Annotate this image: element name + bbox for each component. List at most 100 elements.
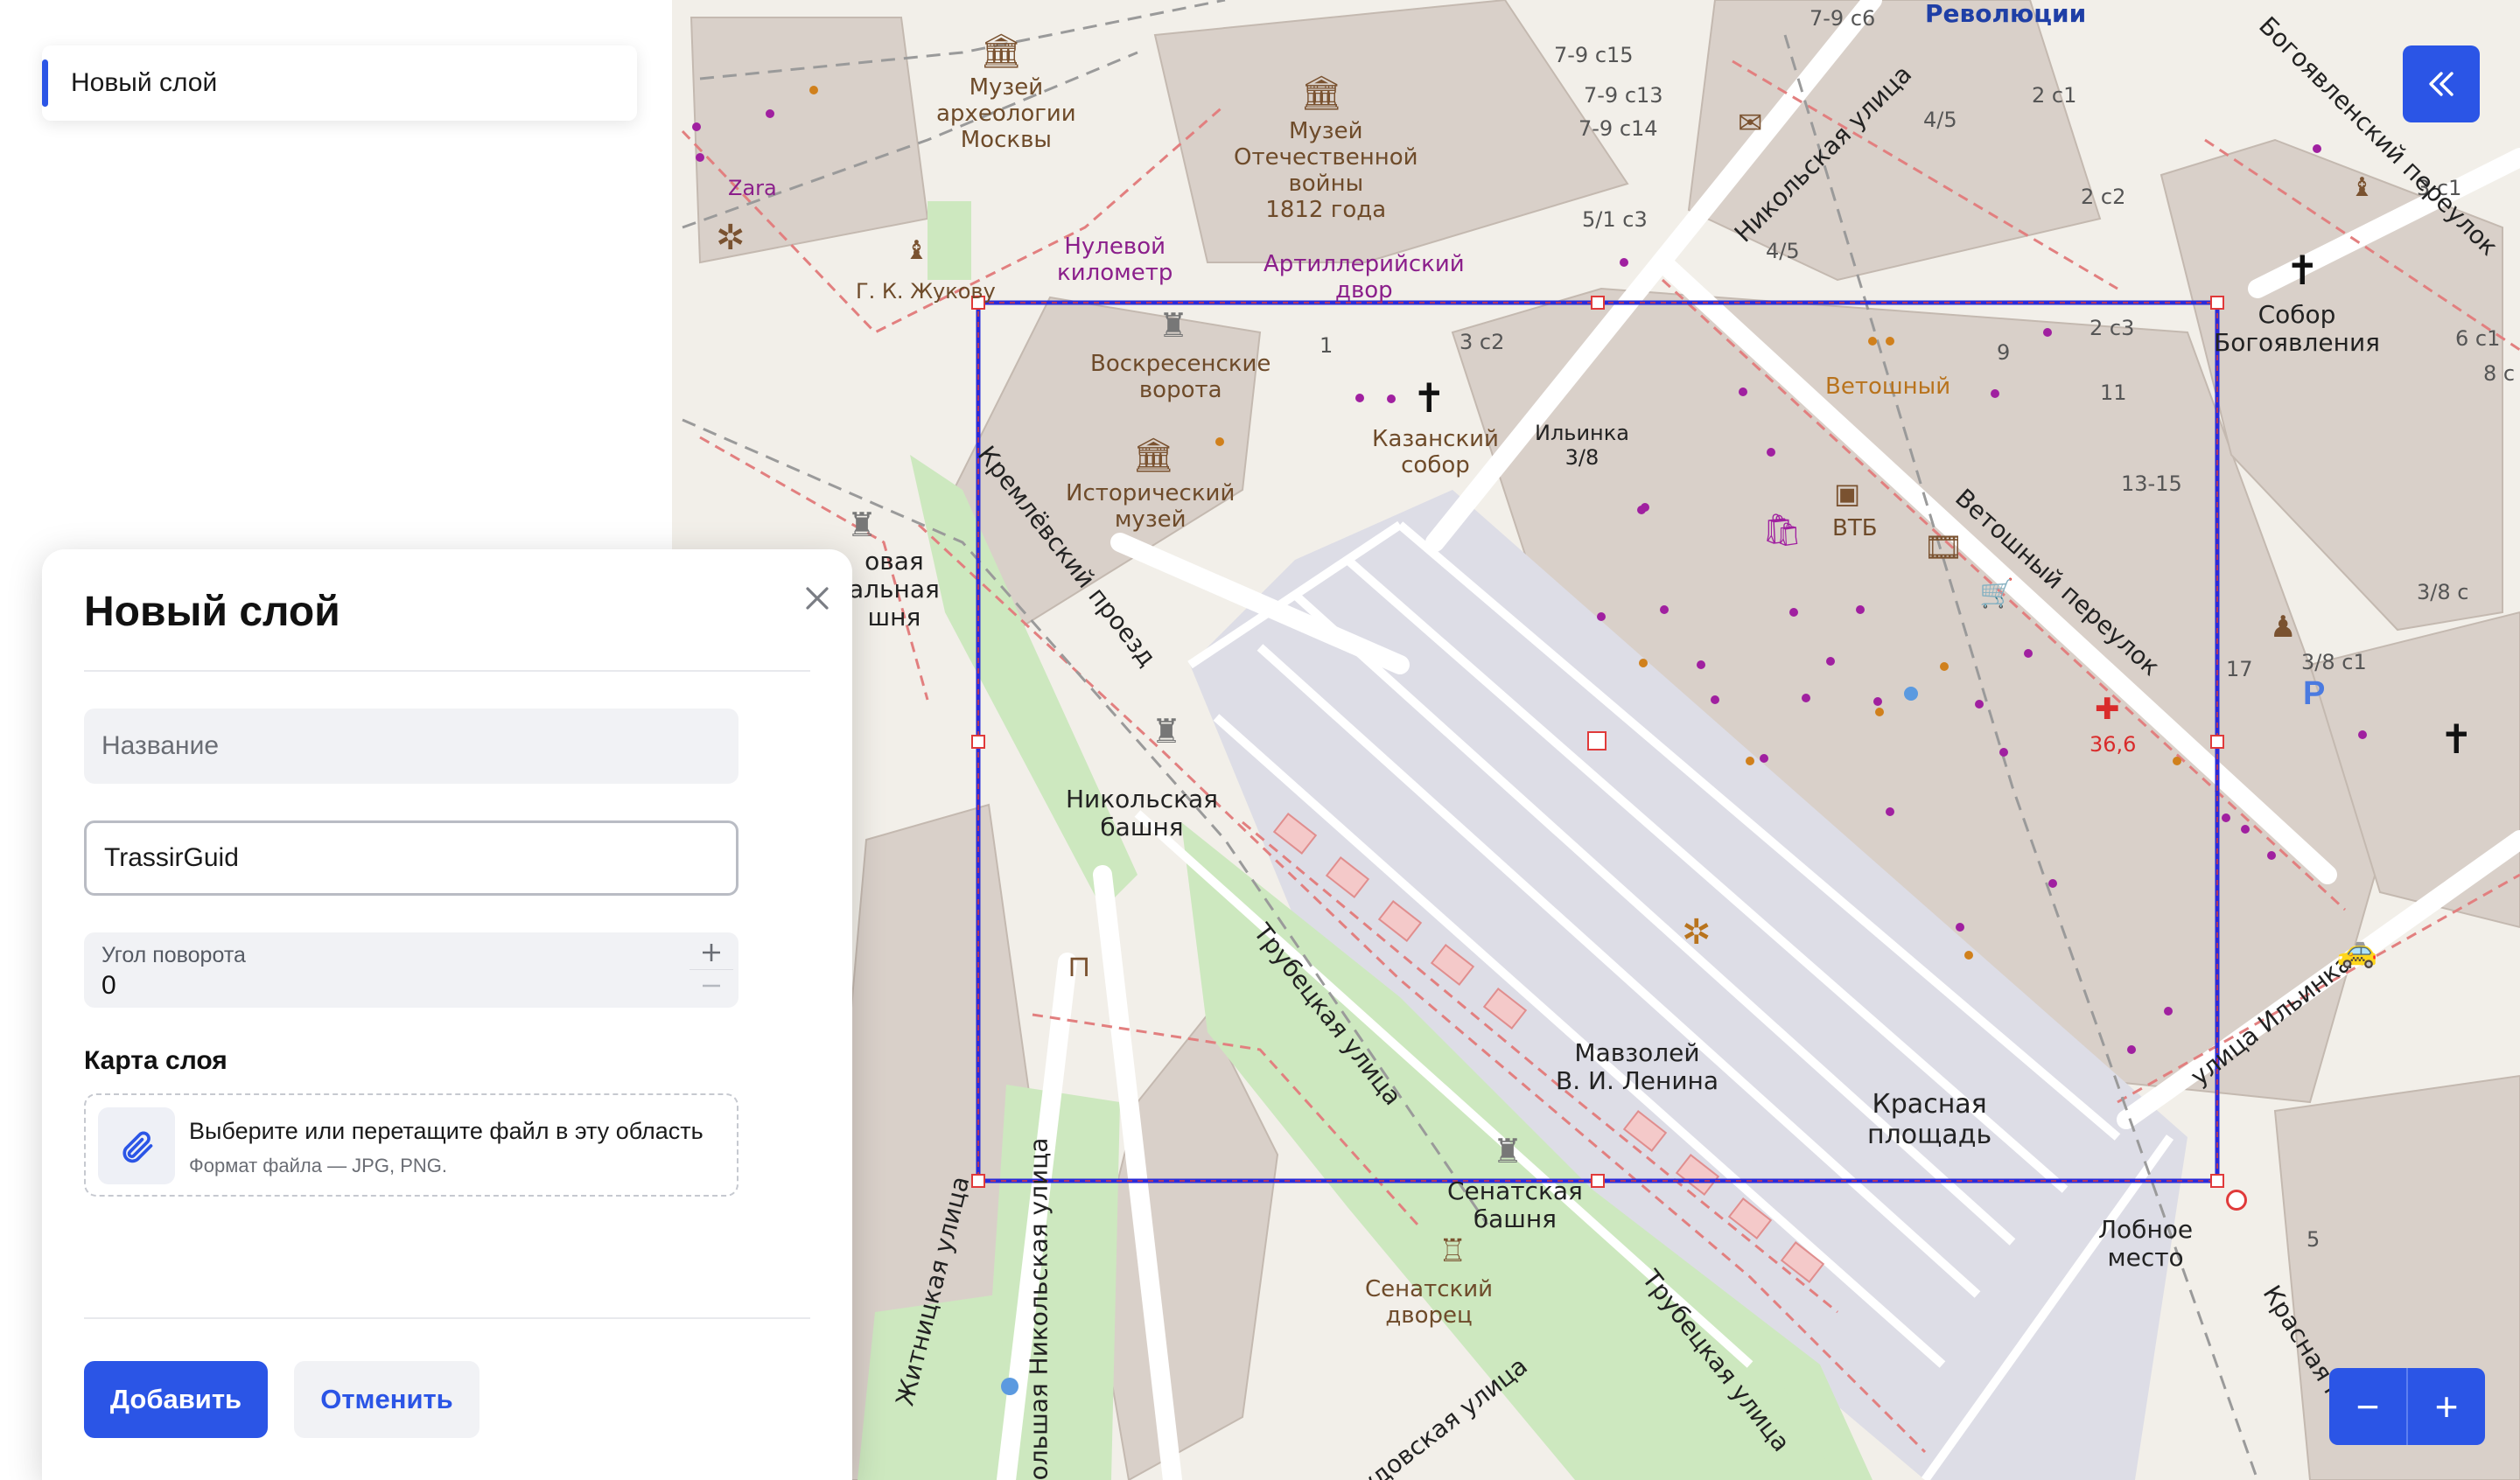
parking-icon: P	[2303, 675, 2326, 712]
map-label: Ильинка 3/8	[1535, 421, 1629, 470]
map-label: ВТБ	[1832, 515, 1878, 541]
map-label: 8 с	[2483, 361, 2516, 386]
close-icon	[806, 587, 829, 610]
castle-icon: ♜	[1158, 308, 1189, 345]
pharmacy-icon: ✚	[2095, 693, 2120, 726]
map-label: 2 с1	[2032, 83, 2077, 108]
map-label: 3/8 с1	[2301, 650, 2367, 674]
attach-button[interactable]	[98, 1107, 175, 1184]
map-label: Исторический музей	[1066, 480, 1236, 533]
map-label: 13-15	[2121, 471, 2182, 496]
map-label: 11	[2100, 380, 2127, 405]
map-label: 4/5	[1923, 108, 1957, 132]
dropzone-text: Выберите или перетащите файл в эту облас…	[189, 1118, 704, 1144]
layer-list-item[interactable]: Новый слой	[42, 45, 637, 121]
double-chevron-left-icon	[2429, 72, 2454, 96]
layer-list-item-label: Новый слой	[71, 68, 218, 97]
bank-icon: ▣	[1834, 478, 1861, 509]
map-label: 7-9 с15	[1554, 43, 1634, 67]
map-label: 1	[1320, 333, 1334, 358]
museum-icon: 🏛	[1300, 75, 1343, 112]
app-root: Революции 7-9 с6 7-9 с15 7-9 с13 7-9 с14…	[0, 0, 2520, 1480]
decrement-button[interactable]	[690, 969, 733, 1002]
resize-handle-bottom-right[interactable]	[2210, 1174, 2224, 1188]
map-label: Музей археологии Москвы	[936, 74, 1076, 153]
cancel-button[interactable]: Отменить	[294, 1361, 480, 1438]
file-dropzone[interactable]: Выберите или перетащите файл в эту облас…	[84, 1093, 738, 1197]
palace-icon: ♖	[1438, 1232, 1467, 1268]
map-label: Zara	[728, 176, 777, 200]
map-label: Собор Богоявления	[2214, 300, 2380, 358]
map-label: Нулевой километр	[1057, 234, 1173, 286]
zoom-out-button[interactable]: −	[2329, 1368, 2406, 1445]
map-label: Красная площадь	[1867, 1089, 1992, 1150]
church-icon: ✝	[2286, 248, 2320, 293]
map-label: 36,6	[2090, 732, 2137, 757]
zoom-in-button[interactable]: +	[2408, 1368, 2485, 1445]
increment-button[interactable]	[690, 936, 733, 969]
map-label: 2 с3	[2090, 316, 2135, 340]
map-label: овая альная шня	[849, 547, 940, 632]
viewpoint-icon: ✲	[1682, 913, 1712, 952]
church-icon: ✝	[1412, 375, 1446, 421]
taxi-icon: 🚕	[2336, 932, 2378, 969]
footer-divider	[84, 1317, 810, 1319]
resize-handle-left[interactable]	[971, 735, 985, 749]
map-label: Никольская башня	[1066, 785, 1219, 842]
add-button[interactable]: Добавить	[84, 1361, 268, 1438]
map-label: Г. К. Жукову	[856, 279, 996, 304]
map-label: 5/1 с3	[1582, 207, 1648, 232]
map-label: 9	[1997, 340, 2011, 365]
cinema-icon: 🎞	[1923, 529, 1964, 565]
church-icon: ✝	[2440, 716, 2474, 762]
map-label: Артиллерийский двор	[1264, 251, 1465, 304]
paperclip-icon	[122, 1131, 153, 1163]
map-label: 7-9 с6	[1810, 6, 1876, 31]
close-button[interactable]	[793, 574, 842, 623]
castle-icon: ♜	[1152, 714, 1182, 750]
zoom-controls: − +	[2329, 1368, 2485, 1445]
resize-handle-right[interactable]	[2210, 735, 2224, 749]
plus-icon: +	[2434, 1384, 2459, 1429]
guid-input[interactable]	[84, 820, 738, 896]
header-divider	[84, 670, 810, 672]
viewpoint-icon: ✲	[716, 219, 746, 257]
map-label: Революции	[1925, 0, 2087, 28]
map-label: 7-9 с14	[1578, 116, 1658, 141]
map-label: Лобное место	[2098, 1215, 2194, 1273]
rotate-handle[interactable]	[2226, 1190, 2247, 1211]
map-label: 7-9 с13	[1584, 83, 1663, 108]
map-label: Воскресенские ворота	[1090, 351, 1271, 403]
minus-icon	[703, 984, 720, 988]
map-label: 5	[2306, 1227, 2320, 1252]
dialog-title: Новый слой	[84, 589, 340, 635]
new-layer-dialog: Новый слой Угол поворота 0 Карта слоя Вы…	[42, 549, 852, 1480]
rotation-angle-label: Угол поворота	[102, 943, 246, 967]
map-canvas[interactable]: Революции 7-9 с6 7-9 с15 7-9 с13 7-9 с14…	[672, 0, 2520, 1480]
shopping-bag-icon: 🛍	[1762, 512, 1802, 548]
rotation-angle-value[interactable]: 0	[102, 971, 116, 1001]
map-label: 2 с2	[2081, 185, 2126, 209]
collapse-panel-button[interactable]	[2403, 45, 2480, 122]
museum-icon: 🏛	[980, 33, 1023, 70]
map-label: 17	[2226, 657, 2253, 681]
resize-handle-top[interactable]	[1591, 296, 1605, 310]
monument-icon: ♝	[2350, 173, 2374, 202]
artwork-icon: ♟	[2270, 611, 2297, 644]
monument-icon: ♝	[905, 236, 928, 265]
center-handle[interactable]	[1587, 731, 1606, 750]
map-label: 6 с1	[2455, 326, 2501, 351]
map-label: Большая Никольская улица	[1024, 1137, 1054, 1480]
map-label: Мавзолей В. И. Ленина	[1556, 1038, 1719, 1096]
layer-name-input[interactable]	[84, 709, 738, 784]
map-label: 3/8 с	[2417, 580, 2469, 604]
map-label: Сенатский дворец	[1365, 1276, 1494, 1329]
map-label: Музей Отечественной войны 1812 года	[1234, 118, 1418, 223]
minus-icon: −	[2356, 1384, 2380, 1429]
resize-handle-bottom[interactable]	[1591, 1174, 1605, 1188]
map-label: Казанский собор	[1372, 426, 1499, 478]
map-label: Сенатская башня	[1447, 1176, 1583, 1234]
memorial-icon: ⊓	[1068, 950, 1091, 983]
rotation-angle-stepper[interactable]: Угол поворота 0	[84, 932, 738, 1008]
layer-map-section-title: Карта слоя	[84, 1046, 228, 1075]
